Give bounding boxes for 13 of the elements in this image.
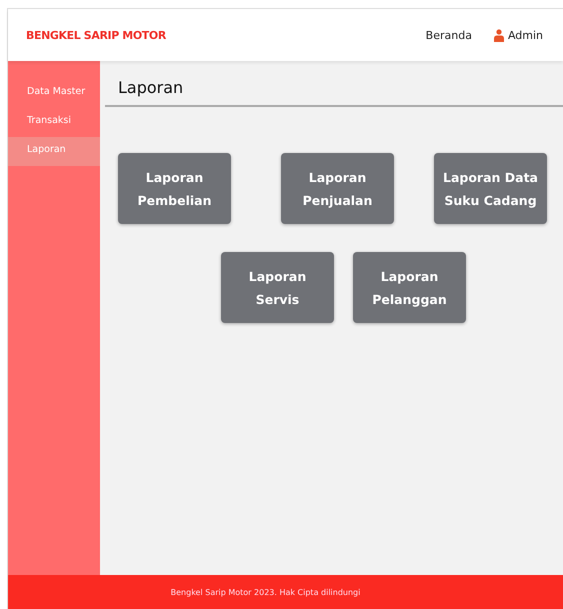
report-button[interactable]: Laporan Servis xyxy=(221,252,334,323)
user-icon xyxy=(494,28,504,42)
brand-title[interactable]: BENGKEL SARIP MOTOR xyxy=(26,28,166,42)
report-button[interactable]: Laporan Pembelian xyxy=(118,153,231,224)
user-link[interactable]: Admin xyxy=(494,28,543,42)
report-button[interactable]: Laporan Data Suku Cadang xyxy=(434,153,547,224)
sidebar-item[interactable]: Transaksi xyxy=(8,108,100,137)
copyright-text: Bengkel Sarip Motor 2023. Hak Cipta dilindungi xyxy=(170,588,360,596)
page-title: Laporan xyxy=(105,61,563,107)
sidebar-item[interactable]: Data Master xyxy=(8,79,100,108)
nav-link[interactable]: Beranda xyxy=(426,28,472,42)
report-button[interactable]: Laporan Penjualan xyxy=(281,153,394,224)
report-button[interactable]: Laporan Pelanggan xyxy=(353,252,466,323)
